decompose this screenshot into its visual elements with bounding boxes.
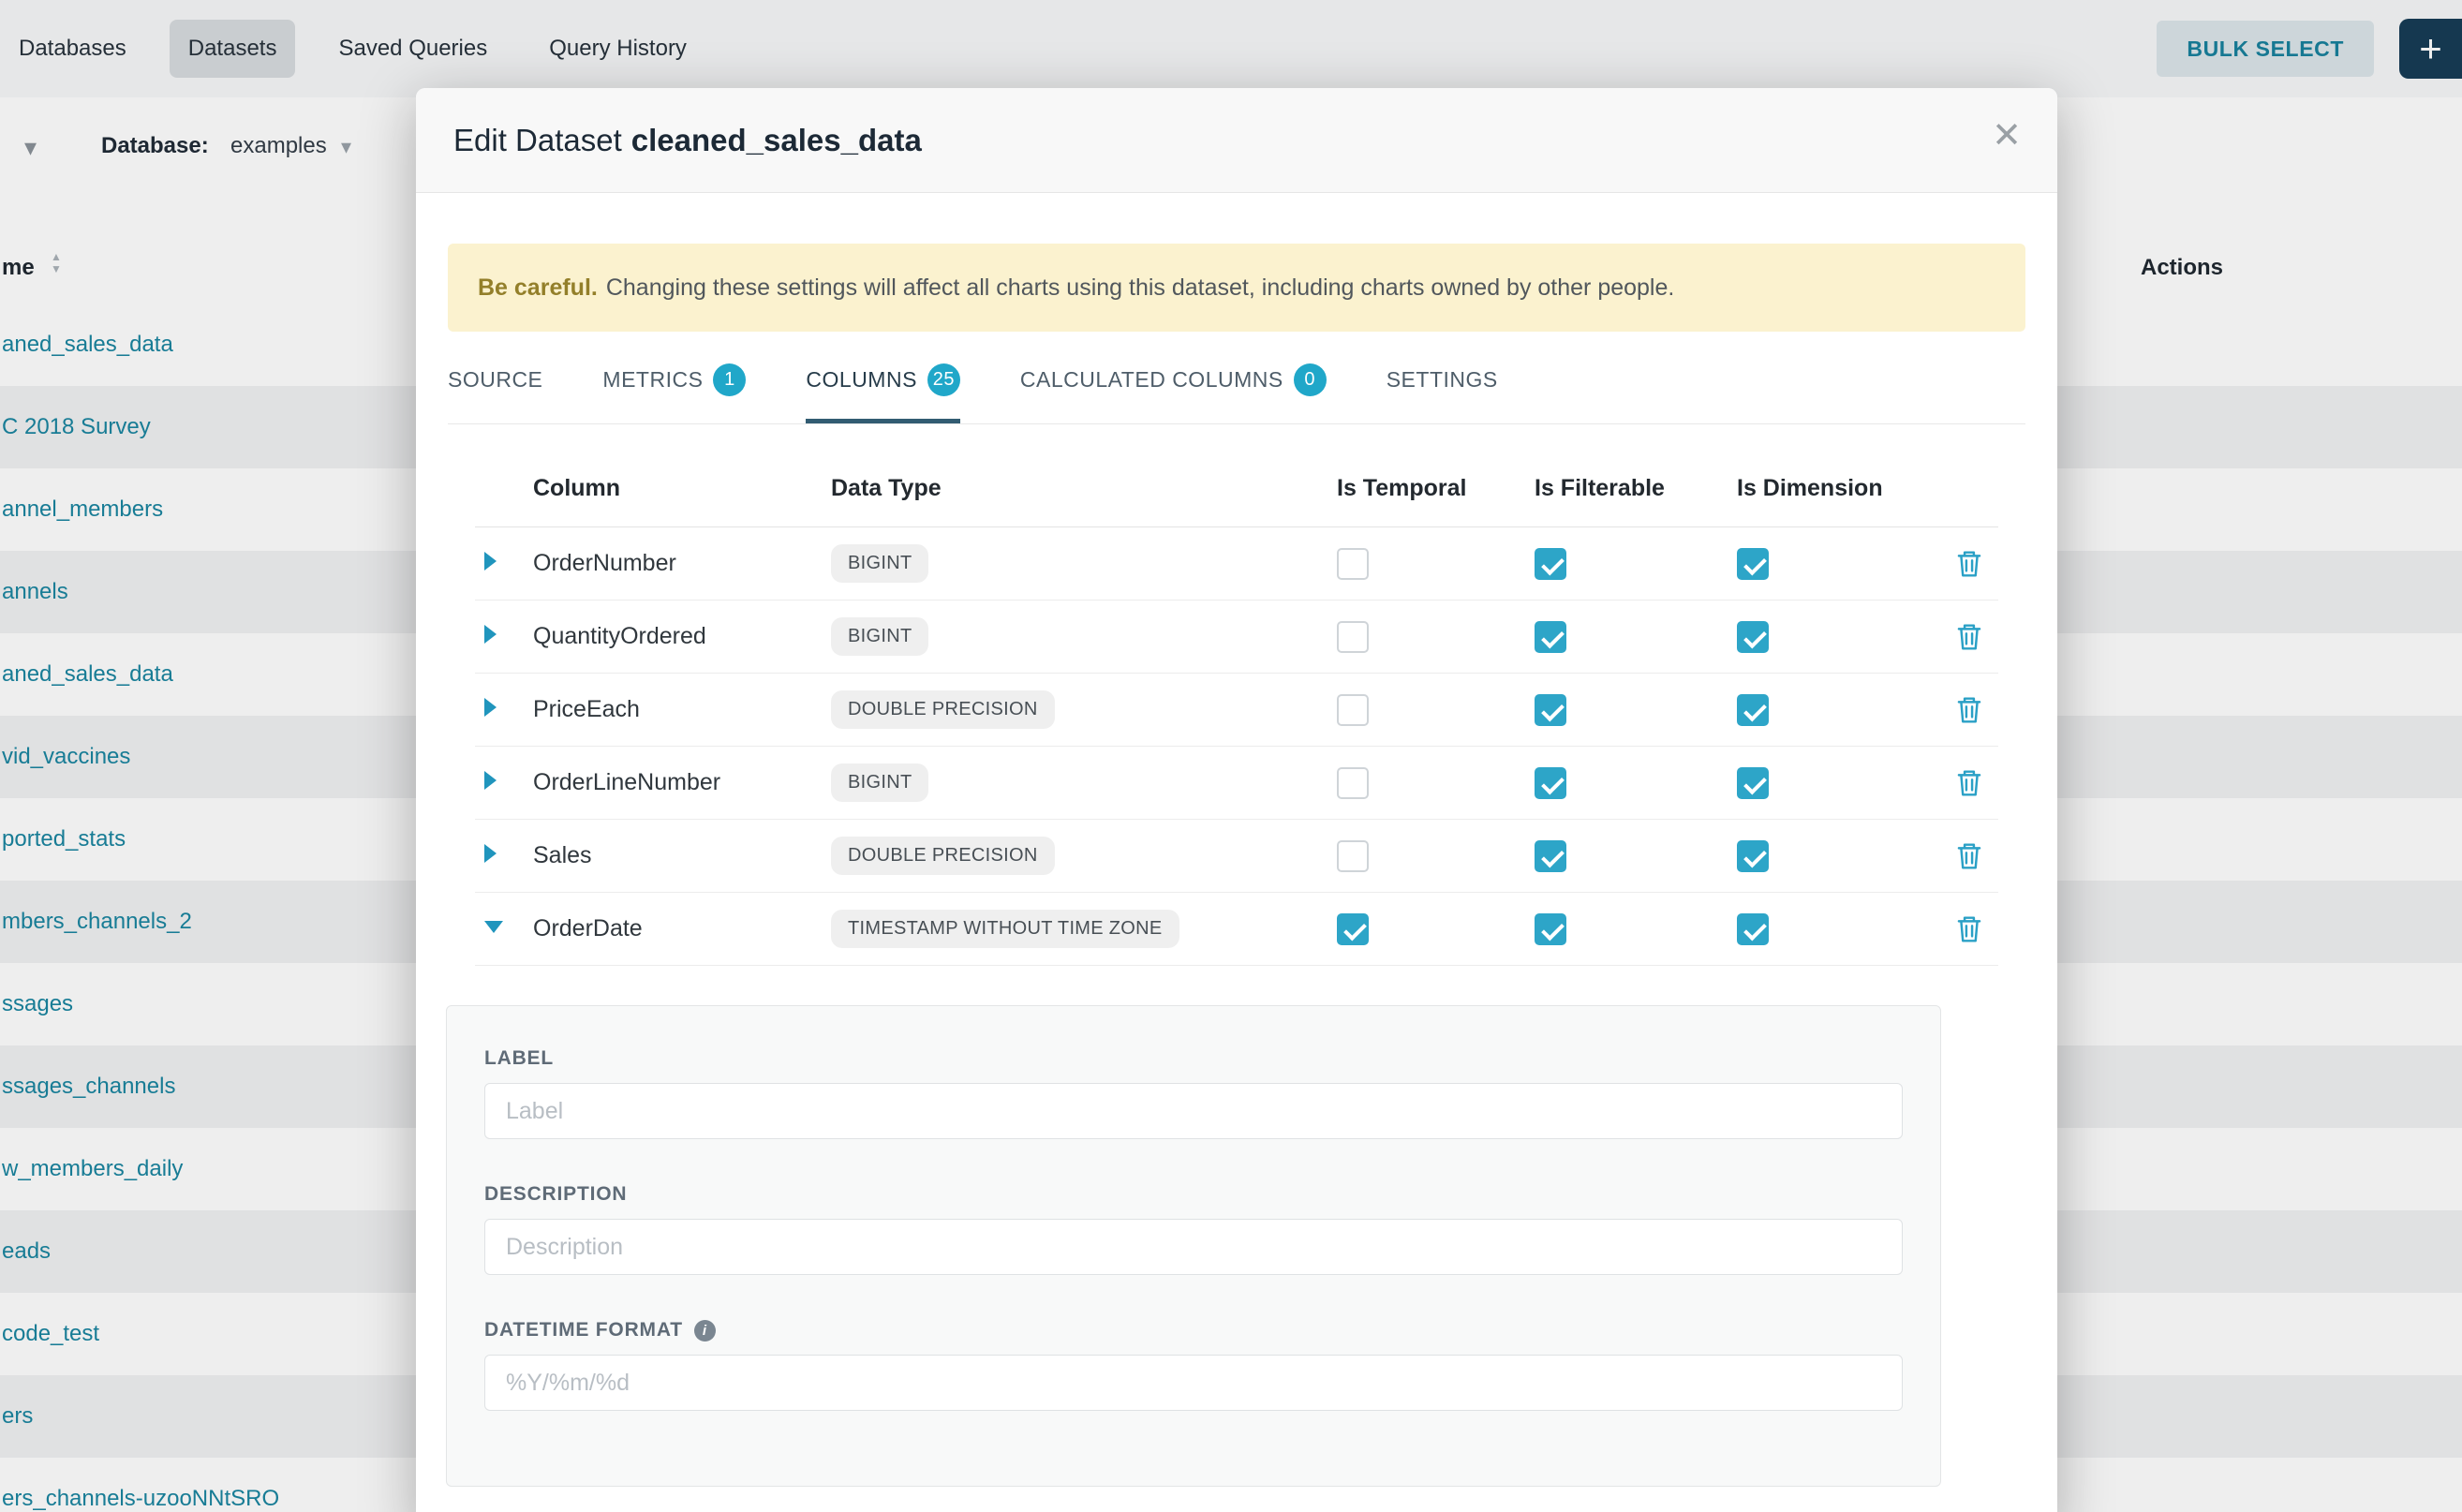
is-filterable-header: Is Filterable: [1535, 475, 1737, 502]
datetime-format-label-text: DATETIME FORMAT: [484, 1319, 683, 1342]
delete-column-icon[interactable]: [1955, 841, 1983, 871]
data-type-pill: DOUBLE PRECISION: [831, 837, 1055, 875]
is-dimension-checkbox[interactable]: [1737, 913, 1769, 945]
column-row: OrderNumber BIGINT: [475, 527, 1998, 600]
is-filterable-checkbox[interactable]: [1535, 694, 1566, 726]
is-temporal-checkbox[interactable]: [1337, 548, 1369, 580]
expand-caret-icon[interactable]: [484, 698, 497, 717]
is-dimension-checkbox[interactable]: [1737, 767, 1769, 799]
datetime-format-field-group: DATETIME FORMAT i: [484, 1319, 1903, 1411]
expand-caret-icon[interactable]: [484, 921, 503, 933]
is-filterable-checkbox[interactable]: [1535, 548, 1566, 580]
column-name: OrderNumber: [533, 550, 831, 577]
expand-caret-icon[interactable]: [484, 844, 497, 863]
column-row: Sales DOUBLE PRECISION: [475, 820, 1998, 893]
is-filterable-checkbox[interactable]: [1535, 621, 1566, 653]
tab-metrics[interactable]: METRICS 1: [602, 363, 746, 423]
warning-text: Changing these settings will affect all …: [606, 274, 1675, 302]
column-row: PriceEach DOUBLE PRECISION: [475, 674, 1998, 747]
close-icon[interactable]: ✕: [1992, 118, 2022, 154]
is-temporal-checkbox[interactable]: [1337, 621, 1369, 653]
column-name: OrderLineNumber: [533, 769, 831, 796]
calculated-columns-count-badge: 0: [1294, 363, 1327, 396]
label-input[interactable]: [484, 1083, 1903, 1139]
column-header: Column: [533, 475, 831, 502]
columns-table-header: Column Data Type Is Temporal Is Filterab…: [475, 451, 1998, 527]
tab-source[interactable]: SOURCE: [448, 363, 542, 423]
data-type-pill: TIMESTAMP WITHOUT TIME ZONE: [831, 910, 1179, 948]
tab-settings[interactable]: SETTINGS: [1387, 363, 1498, 423]
delete-column-icon[interactable]: [1955, 695, 1983, 725]
warning-banner: Be careful. Changing these settings will…: [448, 244, 2025, 332]
tab-label: CALCULATED COLUMNS: [1020, 367, 1283, 393]
data-type-header: Data Type: [831, 475, 1337, 502]
column-row: OrderDate TIMESTAMP WITHOUT TIME ZONE: [475, 893, 1998, 966]
metrics-count-badge: 1: [713, 363, 746, 396]
edit-dataset-modal: Edit Dataset cleaned_sales_data ✕ Be care…: [416, 88, 2057, 1512]
is-dimension-checkbox[interactable]: [1737, 621, 1769, 653]
label-field-label: LABEL: [484, 1047, 1903, 1070]
tab-label: SETTINGS: [1387, 367, 1498, 393]
modal-header: Edit Dataset cleaned_sales_data ✕: [416, 88, 2057, 193]
tab-label: METRICS: [602, 367, 703, 393]
columns-count-badge: 25: [927, 363, 960, 396]
is-filterable-checkbox[interactable]: [1535, 913, 1566, 945]
is-dimension-checkbox[interactable]: [1737, 694, 1769, 726]
columns-table: Column Data Type Is Temporal Is Filterab…: [475, 451, 1998, 966]
data-type-pill: BIGINT: [831, 544, 928, 583]
column-name: Sales: [533, 842, 831, 869]
tab-columns[interactable]: COLUMNS 25: [806, 363, 960, 423]
column-detail-panel: LABEL DESCRIPTION DATETIME FORMAT i: [446, 1005, 1941, 1487]
description-field-label: DESCRIPTION: [484, 1183, 1903, 1206]
delete-column-icon[interactable]: [1955, 914, 1983, 944]
delete-column-icon[interactable]: [1955, 622, 1983, 652]
column-row: QuantityOrdered BIGINT: [475, 600, 1998, 674]
column-name: PriceEach: [533, 696, 831, 723]
tab-label: SOURCE: [448, 367, 542, 393]
is-dimension-header: Is Dimension: [1737, 475, 1939, 502]
data-type-pill: BIGINT: [831, 617, 928, 656]
expand-caret-icon[interactable]: [484, 625, 497, 644]
tab-label: COLUMNS: [806, 367, 917, 393]
modal-tabs: SOURCE METRICS 1 COLUMNS 25 CALCULATED C…: [448, 363, 2025, 424]
warning-bold-text: Be careful.: [478, 274, 598, 302]
data-type-pill: BIGINT: [831, 763, 928, 802]
data-type-pill: DOUBLE PRECISION: [831, 690, 1055, 729]
info-icon[interactable]: i: [694, 1320, 716, 1342]
modal-title-prefix: Edit Dataset: [453, 123, 622, 157]
dataset-name: cleaned_sales_data: [631, 123, 922, 157]
datetime-format-input[interactable]: [484, 1355, 1903, 1411]
is-temporal-checkbox[interactable]: [1337, 840, 1369, 872]
is-filterable-checkbox[interactable]: [1535, 767, 1566, 799]
modal-title: Edit Dataset cleaned_sales_data: [453, 123, 922, 158]
description-input[interactable]: [484, 1219, 1903, 1275]
tab-calculated-columns[interactable]: CALCULATED COLUMNS 0: [1020, 363, 1327, 423]
datasets-page: Databases Datasets Saved Queries Query H…: [0, 0, 2462, 1512]
expand-caret-icon[interactable]: [484, 771, 497, 790]
delete-column-icon[interactable]: [1955, 768, 1983, 798]
column-row: OrderLineNumber BIGINT: [475, 747, 1998, 820]
column-name: OrderDate: [533, 915, 831, 942]
description-field-group: DESCRIPTION: [484, 1183, 1903, 1275]
is-temporal-checkbox[interactable]: [1337, 913, 1369, 945]
delete-column-icon[interactable]: [1955, 549, 1983, 579]
is-dimension-checkbox[interactable]: [1737, 840, 1769, 872]
is-temporal-checkbox[interactable]: [1337, 767, 1369, 799]
column-name: QuantityOrdered: [533, 623, 831, 650]
is-temporal-header: Is Temporal: [1337, 475, 1535, 502]
is-filterable-checkbox[interactable]: [1535, 840, 1566, 872]
datetime-format-field-label: DATETIME FORMAT i: [484, 1319, 1903, 1342]
is-dimension-checkbox[interactable]: [1737, 548, 1769, 580]
is-temporal-checkbox[interactable]: [1337, 694, 1369, 726]
expand-caret-icon[interactable]: [484, 552, 497, 571]
label-field-group: LABEL: [484, 1047, 1903, 1139]
